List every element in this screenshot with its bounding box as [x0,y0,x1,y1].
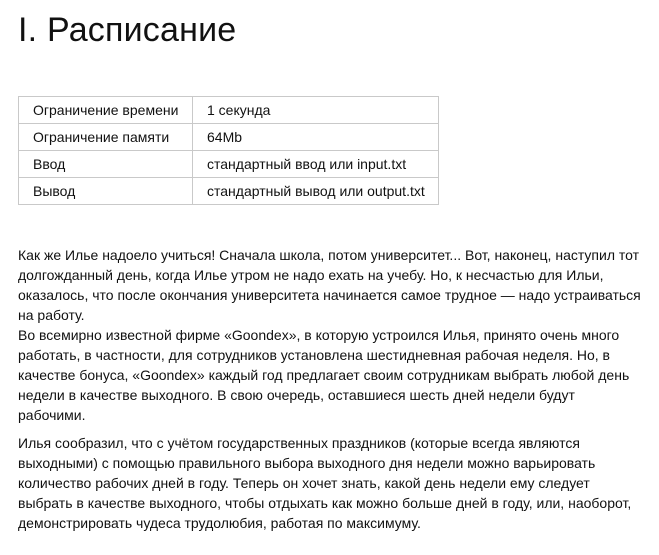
problem-statement: Как же Илье надоело учиться! Сначала шко… [18,245,641,533]
time-limit-label: Ограничение времени [18,96,193,124]
input-label: Ввод [18,150,193,178]
statement-paragraph: Илья сообразил, что с учётом государстве… [18,435,632,531]
problem-title: I. Расписание [18,11,237,49]
table-row: Ввод стандартный ввод или input.txt [18,150,439,178]
table-row: Ограничение времени 1 секунда [18,96,439,124]
statement-paragraph: Во всемирно известной фирме «Goondex», в… [18,327,630,423]
statement-paragraph: Как же Илье надоело учиться! Сначала шко… [18,247,641,323]
table-row: Вывод стандартный вывод или output.txt [18,177,439,205]
memory-limit-value: 64Mb [192,123,439,151]
problem-page: I. Расписание Ограничение времени 1 секу… [0,0,659,555]
memory-limit-label: Ограничение памяти [18,123,193,151]
time-limit-value: 1 секунда [192,96,439,124]
table-row: Ограничение памяти 64Mb [18,123,439,151]
limits-table: Ограничение времени 1 секунда Ограничени… [18,96,439,205]
output-value: стандартный вывод или output.txt [192,177,439,205]
input-value: стандартный ввод или input.txt [192,150,439,178]
output-label: Вывод [18,177,193,205]
